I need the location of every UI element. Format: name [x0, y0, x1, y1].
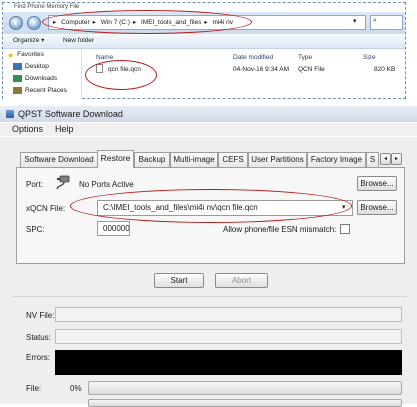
file-size: 820 KB [374, 66, 396, 73]
downloads-icon [13, 75, 22, 82]
column-header-size[interactable]: Size [363, 54, 376, 61]
tab-scroll-left-button[interactable]: ◂ [380, 153, 391, 165]
sidebar-item-favorites[interactable]: ★ Favorites [7, 51, 44, 60]
annotation-xqcn-circle [70, 189, 352, 223]
file-label: File: [26, 384, 42, 393]
sidebar-item-desktop[interactable]: Desktop [13, 63, 49, 70]
tab-user-partitions[interactable]: User Partitions [248, 152, 307, 167]
organize-button[interactable]: Organize ▾ [13, 35, 44, 47]
file-modified: 04-Nov-16 9:34 AM [233, 66, 290, 73]
status-label: Status: [26, 333, 51, 342]
qpst-title-bar: QPST Software Download [0, 106, 417, 122]
file-progress-bar [88, 381, 402, 395]
spc-label: SPC: [26, 225, 45, 234]
annotation-file-circle [85, 60, 157, 90]
tab-scroll-right-button[interactable]: ▸ [391, 153, 402, 165]
explorer-title: Find Phone Memory File [14, 4, 80, 10]
search-input[interactable]: ⌕ [370, 15, 403, 30]
file-percent: 0% [70, 384, 82, 393]
star-icon: ★ [7, 51, 15, 60]
spc-input[interactable]: 000000 [97, 221, 130, 236]
tab-software-download[interactable]: Software Download [20, 152, 98, 167]
explorer-command-bar: Organize ▾ New folder [3, 35, 405, 49]
address-dropdown-icon[interactable]: ▾ [353, 17, 357, 25]
explorer-sidebar: ★ Favorites Desktop Downloads Recent Plac… [3, 49, 82, 99]
annotation-address-circle [42, 10, 252, 34]
errors-label: Errors: [26, 353, 50, 362]
sidebar-item-downloads[interactable]: Downloads [13, 75, 57, 82]
forward-button[interactable]: › [27, 16, 41, 30]
qpst-menu-bar: Options Help [0, 123, 417, 136]
menu-help[interactable]: Help [55, 123, 74, 136]
search-icon: ⌕ [373, 17, 377, 24]
port-plug-icon [54, 174, 72, 190]
file-type: QCN File [298, 66, 325, 73]
xqcn-browse-button[interactable]: Browse... [357, 200, 397, 215]
qpst-app-icon [6, 110, 14, 118]
separator [12, 296, 407, 297]
total-progress-bar [88, 399, 402, 407]
allow-esn-mismatch-checkbox[interactable] [340, 224, 350, 234]
column-header-type[interactable]: Type [298, 54, 312, 61]
tab-factory-image[interactable]: Factory Image [307, 152, 366, 167]
column-header-date[interactable]: Date modified [233, 54, 273, 61]
xqcn-label: xQCN File: [26, 204, 66, 213]
status-field [55, 329, 402, 344]
abort-button[interactable]: Abort [215, 273, 268, 288]
nv-file-field [55, 307, 402, 322]
qpst-title: QPST Software Download [18, 109, 123, 119]
tab-cefs[interactable]: CEFS [218, 152, 248, 167]
nv-file-label: NV File: [26, 311, 55, 320]
recent-places-icon [13, 87, 22, 94]
port-status: No Ports Active [79, 180, 134, 189]
start-button[interactable]: Start [154, 273, 204, 288]
allow-esn-mismatch-label: Allow phone/file ESN mismatch: [223, 225, 337, 234]
tab-backup[interactable]: Backup [134, 152, 170, 167]
new-folder-button[interactable]: New folder [63, 35, 94, 47]
errors-box [55, 350, 402, 375]
menu-options[interactable]: Options [12, 123, 43, 136]
port-browse-button[interactable]: Browse... [357, 176, 397, 191]
tab-multi-image[interactable]: Multi-image [170, 152, 218, 167]
tab-s[interactable]: S [366, 152, 379, 167]
desktop-icon [13, 63, 22, 70]
tab-restore[interactable]: Restore [97, 150, 134, 168]
sidebar-item-recent-places[interactable]: Recent Places [13, 87, 67, 94]
back-button[interactable]: ‹ [9, 16, 23, 30]
port-label: Port: [26, 180, 43, 189]
